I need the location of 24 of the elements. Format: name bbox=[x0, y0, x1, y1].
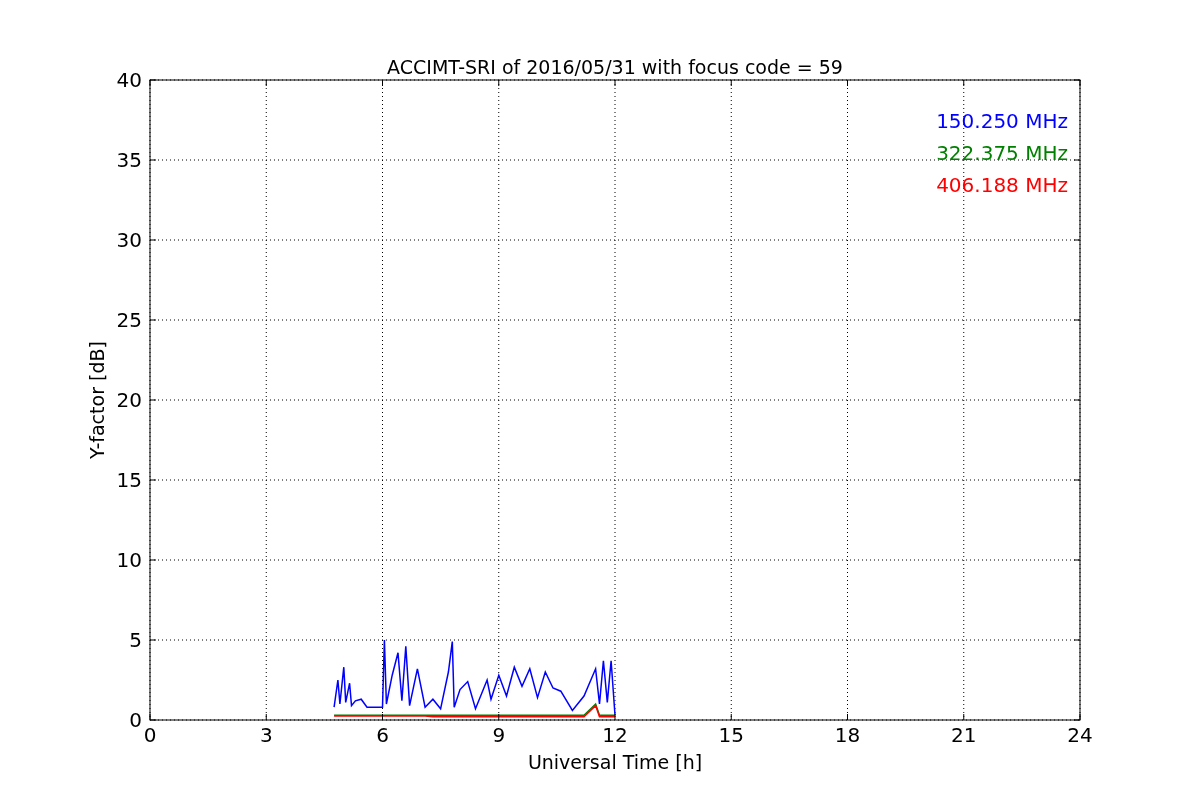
y-tick-label: 20 bbox=[116, 388, 142, 412]
x-tick-label: 12 bbox=[602, 723, 628, 747]
x-tick-label: 3 bbox=[259, 723, 273, 747]
y-tick-label: 0 bbox=[129, 708, 142, 732]
legend-label: 322.375 MHz bbox=[936, 141, 1068, 165]
x-tick-label: 6 bbox=[376, 723, 389, 747]
x-tick-label: 18 bbox=[834, 723, 861, 747]
y-tick-label: 35 bbox=[116, 148, 142, 172]
x-tick-label: 21 bbox=[951, 723, 977, 747]
legend-label: 150.250 MHz bbox=[936, 109, 1068, 133]
y-tick-label: 15 bbox=[116, 468, 142, 492]
y-tick-label: 40 bbox=[116, 68, 142, 92]
y-axis-label: Y-factor [dB] bbox=[86, 341, 108, 459]
chart-title: ACCIMT-SRI of 2016/05/31 with focus code = 59 bbox=[387, 56, 843, 78]
x-tick-label: 24 bbox=[1067, 723, 1093, 747]
y-tick-label: 25 bbox=[116, 308, 142, 332]
y-tick-label: 10 bbox=[116, 548, 142, 572]
y-tick-label: 30 bbox=[116, 228, 142, 252]
x-tick-label: 15 bbox=[718, 723, 744, 747]
x-axis-label: Universal Time [h] bbox=[527, 751, 703, 773]
y-tick-label: 5 bbox=[129, 628, 142, 652]
x-tick-label: 0 bbox=[143, 723, 157, 747]
x-tick-label: 9 bbox=[492, 723, 506, 747]
legend-label: 406.188 MHz bbox=[936, 173, 1068, 197]
